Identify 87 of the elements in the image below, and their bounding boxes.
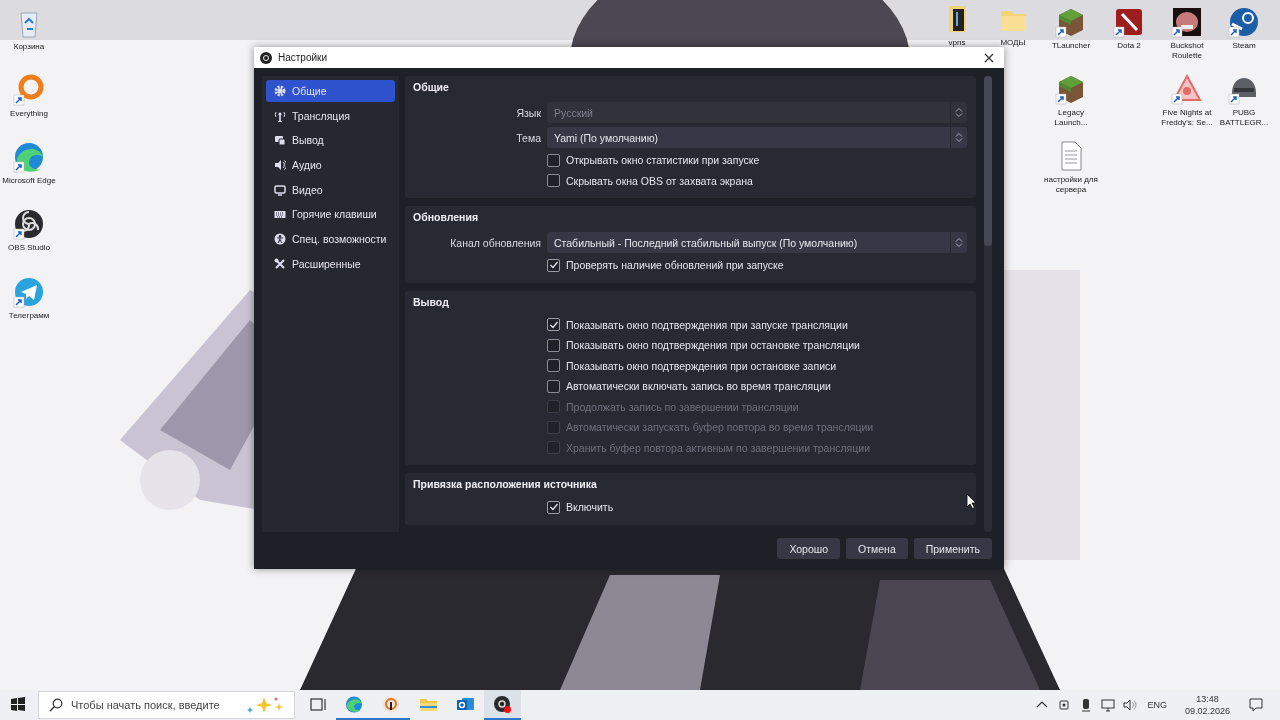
dialog-button[interactable]: Применить [913, 538, 992, 559]
three-blade-logo-icon[interactable] [13, 208, 45, 240]
icon-label[interactable]: Legacy Launch... [1044, 108, 1098, 127]
accessibility-icon [274, 233, 286, 246]
icon-label[interactable]: МОДЫ [1000, 38, 1026, 48]
icon-label[interactable]: Steam [1232, 41, 1256, 51]
checkbox-label[interactable]: Автоматически включать запись во время трансляции [566, 380, 831, 393]
slash-tile-icon[interactable] [1113, 6, 1145, 38]
field-label: Канал обновления [449, 236, 541, 249]
ring-icon [382, 694, 401, 714]
icon-label[interactable]: TLauncher [1051, 41, 1091, 51]
checkbox-label[interactable]: Скрывать окна OBS от захвата экрана [566, 174, 753, 187]
ring-icon[interactable] [13, 74, 45, 106]
paper-plane-icon[interactable] [13, 276, 45, 308]
checkbox-label[interactable]: Включить [566, 501, 614, 514]
section-title: Привязка расположения источника [413, 478, 598, 492]
antenna-icon [274, 109, 286, 122]
icon-label[interactable]: Everything [10, 109, 48, 119]
keyboard-icon [274, 208, 286, 221]
notification-icon[interactable] [1248, 697, 1264, 713]
icon-label[interactable]: vpns [948, 38, 966, 48]
speaker-icon[interactable] [1123, 698, 1138, 712]
dropdown[interactable]: Стабильный - Последний стабильный выпуск (По умолчанию) [547, 232, 967, 253]
search-field[interactable]: Чтобы начать поиск, введите [71, 699, 236, 711]
sidebar-item[interactable]: Трансляция [266, 104, 395, 127]
screens-icon [274, 134, 286, 147]
tools-icon [274, 257, 286, 270]
sidebar-item[interactable]: Общие [266, 80, 395, 102]
checkbox[interactable] [547, 500, 560, 514]
checkbox-label[interactable]: Проверять наличие обновлений при запуске [566, 259, 784, 272]
triangle-icon[interactable] [1171, 73, 1203, 105]
pointer-icon [966, 493, 976, 509]
sidebar-item[interactable]: Вывод [266, 129, 395, 152]
app-logo-icon [260, 51, 272, 64]
taskbar-app[interactable] [484, 690, 521, 720]
icon-label[interactable]: Buckshot Roulette [1160, 41, 1214, 60]
checkbox-label[interactable]: Открывать окно статистики при запуске [566, 154, 760, 167]
checkbox-label[interactable]: Показывать окно подтверждения при остановке трансляции [566, 339, 860, 352]
monitor-icon [274, 183, 286, 196]
checkbox[interactable] [547, 318, 560, 332]
icon-label[interactable]: Корзина [13, 42, 45, 52]
icon-label[interactable]: Dota 2 [1117, 41, 1141, 51]
icon-label[interactable]: Microsoft Edge [2, 176, 56, 186]
search-icon [49, 698, 63, 712]
clock[interactable]: 13:48 09.02.2026 [1184, 693, 1230, 717]
sidebar-item[interactable]: Спец. возможности [266, 228, 395, 251]
checkbox[interactable] [547, 379, 560, 393]
section-title: Вывод [413, 295, 450, 310]
sidebar-item[interactable]: Горячие клавиши [266, 203, 395, 226]
network-icon[interactable] [1101, 698, 1116, 712]
field-label: Язык [515, 106, 541, 119]
checkbox-label[interactable]: Показывать окно подтверждения при запуске трансляции [566, 318, 848, 331]
section-title: Обновления [413, 211, 480, 225]
dialog-button[interactable]: Отмена [846, 538, 908, 559]
wave-logo-icon[interactable] [13, 141, 45, 173]
close-icon[interactable] [984, 52, 994, 63]
checkbox[interactable] [547, 153, 560, 167]
checkbox[interactable] [547, 359, 560, 373]
window-title: Настройки [278, 52, 328, 63]
checkbox[interactable] [547, 258, 560, 272]
emblem-icon[interactable] [1171, 6, 1203, 38]
wave-logo-icon [345, 694, 364, 714]
field-label: Тема [515, 131, 541, 144]
section-title: Общие [413, 81, 450, 95]
piston-logo-icon[interactable] [1228, 6, 1260, 38]
checkbox[interactable] [547, 174, 560, 188]
scroll-thumb[interactable] [984, 76, 992, 246]
speaker-icon [274, 159, 286, 172]
scrollbar[interactable] [984, 76, 992, 532]
icon-label[interactable]: PUBG BATTLEGR... [1217, 108, 1271, 127]
icon-label[interactable]: Five Nights at Freddy's: Se... [1160, 108, 1214, 127]
gear-icon [274, 85, 286, 97]
language-indicator[interactable]: ENG [1147, 700, 1167, 710]
checkbox-label[interactable]: Показывать окно подтверждения при остановке записи [566, 359, 837, 372]
sidebar-item[interactable]: Расширенные [266, 252, 395, 275]
camera-icon[interactable] [1057, 698, 1072, 712]
sidebar-item[interactable]: Аудио [266, 154, 395, 177]
icon-label[interactable]: OBS Studio [8, 243, 50, 253]
windows-icon [11, 697, 25, 711]
icon-label[interactable]: настройки для сервера [1044, 175, 1098, 194]
icon-label[interactable]: Телеграмм [8, 311, 50, 321]
dropdown[interactable]: Yami (По умолчанию) [547, 127, 967, 148]
three-blade-logo-icon [493, 694, 512, 714]
sidebar-item[interactable]: Видео [266, 178, 395, 201]
search-bar[interactable]: Чтобы начать поиск, введите [38, 691, 295, 719]
checkbox[interactable] [547, 338, 560, 352]
dialog-button[interactable]: Хорошо [777, 538, 841, 559]
